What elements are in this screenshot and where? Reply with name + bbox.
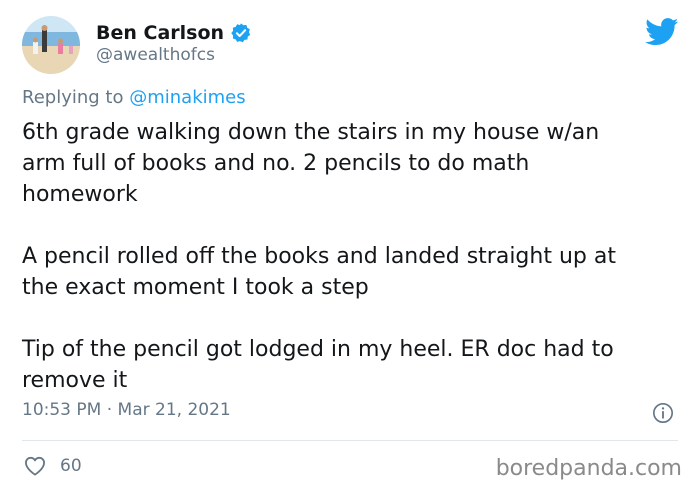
tweet-paragraph: Tip of the pencil got lodged in my heel.…	[22, 337, 614, 393]
author-name-row[interactable]: Ben Carlson	[96, 22, 252, 44]
avatar[interactable]	[22, 16, 80, 74]
divider	[22, 440, 678, 441]
like-action[interactable]: 60	[24, 456, 82, 476]
author-display-name[interactable]: Ben Carlson	[96, 22, 224, 44]
verified-badge-icon	[231, 23, 251, 43]
replying-to-prefix: Replying to	[22, 87, 124, 108]
replying-to-line: Replying to @minakimes	[22, 87, 246, 108]
author-handle[interactable]: @awealthofcs	[96, 45, 215, 65]
info-icon[interactable]	[652, 402, 674, 424]
tweet-paragraph: A pencil rolled off the books and landed…	[22, 244, 616, 300]
replying-to-handle[interactable]: @minakimes	[129, 87, 245, 108]
avatar-photo	[22, 16, 80, 74]
tweet-text: 6th grade walking down the stairs in my …	[22, 117, 687, 396]
tweet-timestamp[interactable]: 10:53 PM · Mar 21, 2021	[22, 400, 231, 420]
like-count: 60	[60, 456, 82, 476]
boredpanda-watermark: boredpanda.com	[495, 456, 682, 481]
twitter-bird-icon[interactable]	[645, 18, 679, 46]
heart-icon[interactable]	[24, 456, 46, 476]
tweet-paragraph: 6th grade walking down the stairs in my …	[22, 120, 600, 207]
